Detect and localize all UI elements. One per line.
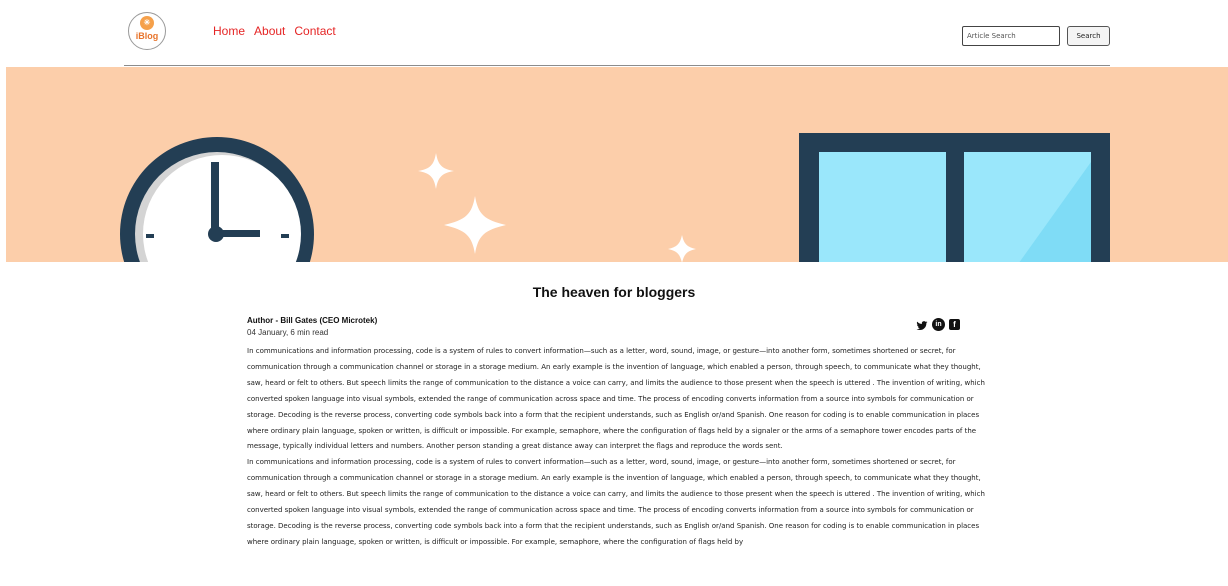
logo-mark-icon: ✳ xyxy=(140,16,154,30)
article-search-input[interactable] xyxy=(962,26,1060,46)
article-title: The heaven for bloggers xyxy=(532,284,696,300)
window-icon xyxy=(799,133,1110,262)
article-paragraph: In communications and information proces… xyxy=(247,458,985,546)
search-button[interactable]: Search xyxy=(1067,26,1110,46)
nav-home-link[interactable]: Home xyxy=(213,24,245,38)
hero-illustration xyxy=(6,67,1228,262)
header-divider xyxy=(124,65,1110,66)
site-logo[interactable]: ✳ iBlog xyxy=(128,12,166,50)
article-body: In communications and information proces… xyxy=(247,344,994,551)
linkedin-icon[interactable]: in xyxy=(932,318,945,331)
main-nav: Home About Contact xyxy=(213,24,336,38)
article-author: Author - Bill Gates (CEO Microtek) xyxy=(247,316,378,325)
facebook-icon[interactable]: f xyxy=(949,319,960,330)
twitter-icon[interactable] xyxy=(916,319,928,331)
article-meta: 04 January, 6 min read xyxy=(247,328,329,337)
nav-contact-link[interactable]: Contact xyxy=(294,24,335,38)
logo-text: iBlog xyxy=(135,31,159,41)
nav-about-link[interactable]: About xyxy=(254,24,285,38)
social-share: in f xyxy=(916,318,960,331)
site-header: ✳ iBlog Home About Contact Search xyxy=(0,0,1228,66)
hero-banner xyxy=(6,67,1228,262)
article-paragraph: In communications and information proces… xyxy=(247,347,985,451)
